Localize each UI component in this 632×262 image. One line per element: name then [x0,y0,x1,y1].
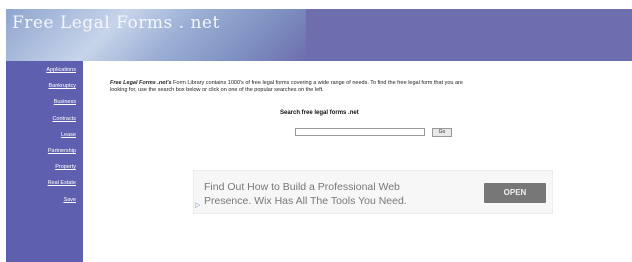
search-input[interactable] [295,128,425,136]
site-header: Free Legal Forms . net [6,9,632,61]
sidebar-item-save[interactable]: Save [6,197,76,203]
sidebar-item-property[interactable]: Property [6,164,76,170]
sidebar-item-partnership[interactable]: Partnership [6,148,76,154]
intro-line-1: Form Library contains 1000's of free leg… [171,80,463,86]
intro-brand: Free Legal Forms .net's [110,80,172,86]
ad-line-1: Find Out How to Build a Professional Web [204,181,400,193]
sidebar-item-lease[interactable]: Lease [6,132,76,138]
ad-open-button[interactable]: OPEN [484,183,546,203]
sidebar-item-real-estate[interactable]: Real Estate [6,180,76,186]
sidebar-item-bankruptcy[interactable]: Bankruptcy [6,83,76,89]
intro-text: Free Legal Forms .net's Form Library con… [110,80,630,94]
site-title[interactable]: Free Legal Forms . net [12,13,220,33]
go-button[interactable]: Go [432,128,452,137]
ad-text[interactable]: Find Out How to Build a Professional Web… [204,180,459,208]
sidebar-list: Applications Bankruptcy Business Contrac… [6,67,76,213]
intro-line-2: looking for, use the search box below or… [110,87,324,93]
sidebar-item-business[interactable]: Business [6,99,76,105]
search-label: Search free legal forms .net [280,110,359,116]
ad-choices-icon[interactable]: ▷ [195,201,200,209]
sidebar-item-applications[interactable]: Applications [6,67,76,73]
ad-line-2: Presence. Wix Has All The Tools You Need… [204,195,407,207]
ad-banner[interactable]: Find Out How to Build a Professional Web… [193,170,553,214]
sidebar-nav: Applications Bankruptcy Business Contrac… [6,61,83,262]
sidebar-item-contracts[interactable]: Contracts [6,116,76,122]
main-content: Free Legal Forms .net's Form Library con… [110,80,630,137]
